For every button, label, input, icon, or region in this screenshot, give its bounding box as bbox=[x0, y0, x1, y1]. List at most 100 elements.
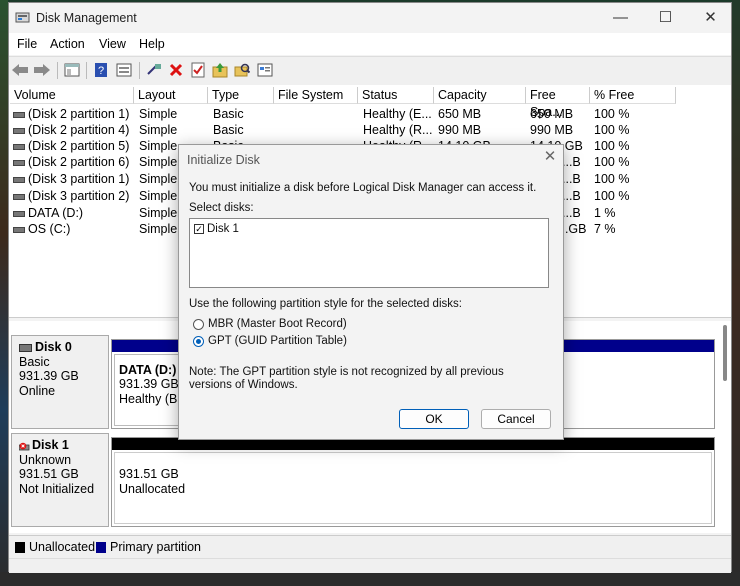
disk-select-list[interactable]: ✓ Disk 1 bbox=[189, 218, 549, 288]
gpt-radio-button[interactable] bbox=[193, 336, 204, 347]
volume-percent-free: 100 % bbox=[594, 123, 630, 137]
disk-drive-icon bbox=[19, 343, 32, 352]
volume-layout: Simple bbox=[139, 155, 178, 169]
volume-status: Healthy (E... bbox=[363, 107, 432, 121]
volume-layout: Simple bbox=[139, 107, 178, 121]
folder-search-icon[interactable] bbox=[232, 61, 252, 79]
disk-1-partitions[interactable]: 931.51 GB Unallocated bbox=[111, 437, 715, 527]
volume-layout: Simple bbox=[139, 222, 178, 236]
column-header-type[interactable]: Type bbox=[208, 87, 274, 104]
volume-row[interactable]: (Disk 2 partition 4) Simple Basic Health… bbox=[9, 123, 709, 139]
close-button[interactable]: ✕ bbox=[688, 3, 733, 33]
title-bar[interactable]: Disk Management — ☐ ✕ bbox=[9, 3, 731, 33]
check-icon[interactable] bbox=[188, 61, 208, 79]
volume-percent-free: 1 % bbox=[594, 206, 616, 220]
volume-percent-free: 100 % bbox=[594, 172, 630, 186]
delete-icon[interactable] bbox=[166, 61, 186, 79]
unallocated-label: Unallocated bbox=[119, 482, 186, 496]
menu-file[interactable]: File bbox=[17, 37, 37, 51]
volume-layout: Simple bbox=[139, 172, 178, 186]
menu-action[interactable]: Action bbox=[50, 37, 85, 51]
help-icon[interactable]: ? bbox=[91, 61, 111, 79]
volume-name: (Disk 2 partition 5) bbox=[28, 139, 130, 153]
menu-view[interactable]: View bbox=[99, 37, 126, 51]
gpt-option-label[interactable]: GPT (GUID Partition Table) bbox=[208, 335, 347, 347]
volume-icon bbox=[13, 160, 25, 166]
unallocated-space[interactable]: 931.51 GB Unallocated bbox=[114, 452, 712, 524]
disk-0-type: Basic bbox=[19, 354, 50, 369]
window-title: Disk Management bbox=[36, 11, 137, 25]
dialog-title: Initialize Disk bbox=[187, 153, 260, 167]
volume-layout: Simple bbox=[139, 139, 178, 153]
unallocated-swatch bbox=[15, 542, 25, 553]
data-partition[interactable]: DATA (D:) 931.39 GB N Healthy (Bas bbox=[114, 354, 191, 426]
gpt-compatibility-note: Note: The GPT partition style is not rec… bbox=[189, 366, 504, 391]
column-header-volume[interactable]: Volume bbox=[10, 87, 134, 104]
volume-percent-free: 100 % bbox=[594, 139, 630, 153]
volume-layout: Simple bbox=[139, 189, 178, 203]
column-header-file-system[interactable]: File System bbox=[274, 87, 358, 104]
forward-arrow-icon[interactable] bbox=[32, 61, 52, 79]
properties-icon[interactable] bbox=[114, 61, 134, 79]
volume-icon bbox=[13, 144, 25, 150]
disk-1-list-item[interactable]: ✓ Disk 1 bbox=[192, 222, 246, 236]
menu-bar: File Action View Help bbox=[9, 33, 731, 55]
volume-free-space: ...B bbox=[562, 172, 581, 186]
disk-1-checkbox[interactable]: ✓ bbox=[194, 224, 204, 234]
volume-icon bbox=[13, 194, 25, 200]
initialize-disk-dialog: Initialize Disk ✕ You must initialize a … bbox=[178, 144, 564, 440]
dialog-close-button[interactable]: ✕ bbox=[541, 148, 559, 166]
desktop-background-bottom bbox=[0, 572, 740, 586]
toolbar-separator bbox=[139, 62, 140, 79]
legend-primary-partition: Primary partition bbox=[110, 540, 201, 554]
minimize-button[interactable]: — bbox=[598, 3, 643, 33]
vertical-scrollbar[interactable] bbox=[723, 325, 727, 381]
column-header-percent-free[interactable]: % Free bbox=[590, 87, 676, 104]
disk-0-label[interactable]: Disk 0 Basic 931.39 GB Online bbox=[11, 335, 109, 429]
volume-percent-free: 7 % bbox=[594, 222, 616, 236]
toolbar-separator bbox=[86, 62, 87, 79]
volume-type: Basic bbox=[213, 123, 244, 137]
volume-name: DATA (D:) bbox=[28, 206, 84, 220]
toolbar-separator bbox=[57, 62, 58, 79]
back-arrow-icon[interactable] bbox=[10, 61, 30, 79]
volume-icon bbox=[13, 227, 25, 233]
column-header-layout[interactable]: Layout bbox=[134, 87, 208, 104]
volume-name: (Disk 3 partition 1) bbox=[28, 172, 130, 186]
dialog-intro-text: You must initialize a disk before Logica… bbox=[189, 182, 537, 194]
disk-1-size: 931.51 GB bbox=[19, 467, 79, 481]
column-header-status[interactable]: Status bbox=[358, 87, 434, 104]
column-header-capacity[interactable]: Capacity bbox=[434, 87, 526, 104]
ok-button[interactable]: OK bbox=[399, 409, 469, 429]
disk-0-state: Online bbox=[19, 383, 56, 398]
volume-capacity: 990 MB bbox=[438, 123, 482, 137]
volume-name: (Disk 2 partition 6) bbox=[28, 155, 130, 169]
menu-help[interactable]: Help bbox=[139, 37, 165, 51]
folder-up-icon[interactable] bbox=[210, 61, 230, 79]
maximize-button[interactable]: ☐ bbox=[643, 3, 688, 33]
volume-layout: Simple bbox=[139, 206, 178, 220]
disk-1-type: Unknown bbox=[19, 452, 72, 467]
volume-free-space: ...B bbox=[562, 189, 581, 203]
disk-1-label[interactable]: Disk 1 Unknown 931.51 GB Not Initialized bbox=[11, 433, 109, 527]
legend-unallocated: Unallocated bbox=[29, 540, 96, 554]
settings-panel-icon[interactable] bbox=[255, 61, 275, 79]
volume-row[interactable]: (Disk 2 partition 1) Simple Basic Health… bbox=[9, 107, 709, 123]
column-header-free-space[interactable]: Free Spa... bbox=[526, 87, 590, 119]
volume-free-space: ...B bbox=[562, 206, 581, 220]
desktop-background-right bbox=[732, 0, 740, 586]
volume-capacity: 650 MB bbox=[438, 107, 482, 121]
console-tree-icon[interactable] bbox=[62, 61, 82, 79]
disk-management-app-icon bbox=[15, 11, 30, 24]
partition-style-label: Use the following partition style for th… bbox=[189, 298, 462, 310]
cancel-button[interactable]: Cancel bbox=[481, 409, 551, 429]
volume-free-space: 990 MB bbox=[530, 123, 574, 137]
mbr-radio-button[interactable] bbox=[193, 319, 204, 330]
volume-free-space: ...B bbox=[562, 155, 581, 169]
disk-error-icon bbox=[18, 441, 30, 451]
connect-icon[interactable] bbox=[144, 61, 164, 79]
disk-0-name: Disk 0 bbox=[35, 340, 72, 354]
mbr-option-label[interactable]: MBR (Master Boot Record) bbox=[208, 318, 347, 330]
volume-layout: Simple bbox=[139, 123, 178, 137]
volume-icon bbox=[13, 177, 25, 183]
